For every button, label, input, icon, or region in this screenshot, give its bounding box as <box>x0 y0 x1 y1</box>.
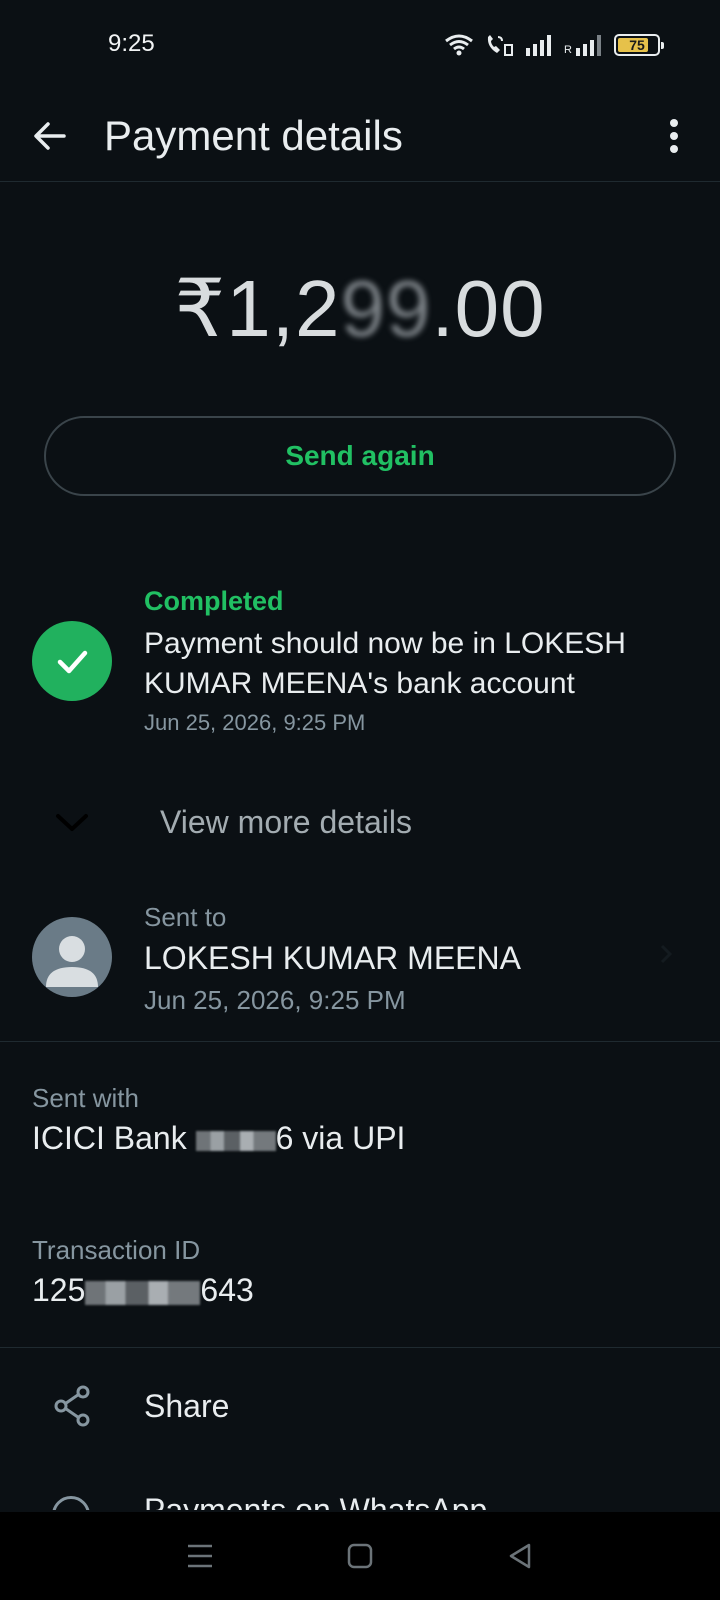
status-time: 9:25 <box>108 30 155 57</box>
recents-button[interactable] <box>170 1526 230 1586</box>
amount-visible-prefix: ₹1,2 <box>174 264 341 353</box>
redacted-transaction-digits <box>85 1280 201 1305</box>
person-icon <box>46 936 98 987</box>
square-icon <box>347 1543 373 1569</box>
more-vertical-icon <box>670 119 678 153</box>
chevron-right-icon <box>658 942 674 971</box>
more-options-button[interactable] <box>654 108 694 164</box>
arrow-left-icon <box>34 122 66 150</box>
back-nav-button[interactable] <box>490 1526 550 1586</box>
payment-amount: ₹1,299.00 <box>0 262 720 355</box>
payment-status-timestamp: Jun 25, 2026, 9:25 PM <box>144 710 366 735</box>
payments-on-whatsapp-item[interactable]: Payments on WhatsApp <box>0 1480 720 1510</box>
volte-call-icon <box>484 33 514 57</box>
triangle-back-icon <box>509 1543 531 1569</box>
divider <box>0 1347 720 1348</box>
view-more-details-toggle[interactable]: View more details <box>40 790 520 854</box>
share-icon <box>0 1384 144 1428</box>
redacted-account-digits <box>195 1130 276 1151</box>
recipient-name: LOKESH KUMAR MEENA <box>144 940 521 976</box>
avatar <box>32 917 112 997</box>
send-again-button[interactable]: Send again <box>44 416 676 496</box>
page-title: Payment details <box>104 112 403 159</box>
transaction-id-value: 125 643 <box>32 1272 254 1309</box>
sent-with-label: Sent with <box>32 1083 139 1113</box>
amount-visible-suffix: .00 <box>431 264 546 353</box>
status-icons: R 75 <box>444 30 664 60</box>
chevron-down-icon <box>40 810 104 834</box>
transaction-id-prefix: 125 <box>32 1272 86 1308</box>
status-check-badge <box>32 621 112 701</box>
payment-details-screen: 9:25 R 75 Payment details ₹1,299.00 Send… <box>0 0 720 1600</box>
rupee-circle-icon <box>52 1496 90 1510</box>
share-button[interactable]: Share <box>0 1370 720 1442</box>
battery-icon: 75 <box>614 34 664 56</box>
recipient-timestamp: Jun 25, 2026, 9:25 PM <box>144 985 406 1015</box>
transaction-id-suffix: 643 <box>200 1272 254 1308</box>
roaming-indicator: R <box>564 44 572 56</box>
payment-status-label: Completed <box>144 586 284 616</box>
view-more-details-label: View more details <box>160 803 412 840</box>
check-icon <box>57 650 88 674</box>
home-button[interactable] <box>330 1526 390 1586</box>
payments-on-whatsapp-label: Payments on WhatsApp <box>144 1492 488 1510</box>
bank-method: 6 via UPI <box>275 1120 406 1156</box>
status-bar: 9:25 R 75 <box>0 0 720 90</box>
signal-icon <box>524 34 554 56</box>
share-label: Share <box>144 1387 230 1424</box>
transaction-id-label: Transaction ID <box>32 1235 201 1265</box>
payment-status-description: Payment should now be in LOKESH KUMAR ME… <box>144 627 626 700</box>
menu-lines-icon <box>188 1544 212 1568</box>
divider <box>0 1041 720 1042</box>
amount-redacted-digits: 99 <box>340 264 432 353</box>
signal-roaming-icon: R <box>564 34 604 56</box>
app-bar: Payment details <box>0 90 720 182</box>
bank-name: ICICI Bank <box>32 1120 196 1156</box>
wifi-icon <box>444 33 474 57</box>
system-navigation-bar <box>0 1512 720 1600</box>
sent-to-label: Sent to <box>144 902 227 932</box>
battery-level: 75 <box>629 37 645 53</box>
back-button[interactable] <box>22 108 78 164</box>
sent-with-value: ICICI Bank 6 via UPI <box>32 1120 405 1157</box>
